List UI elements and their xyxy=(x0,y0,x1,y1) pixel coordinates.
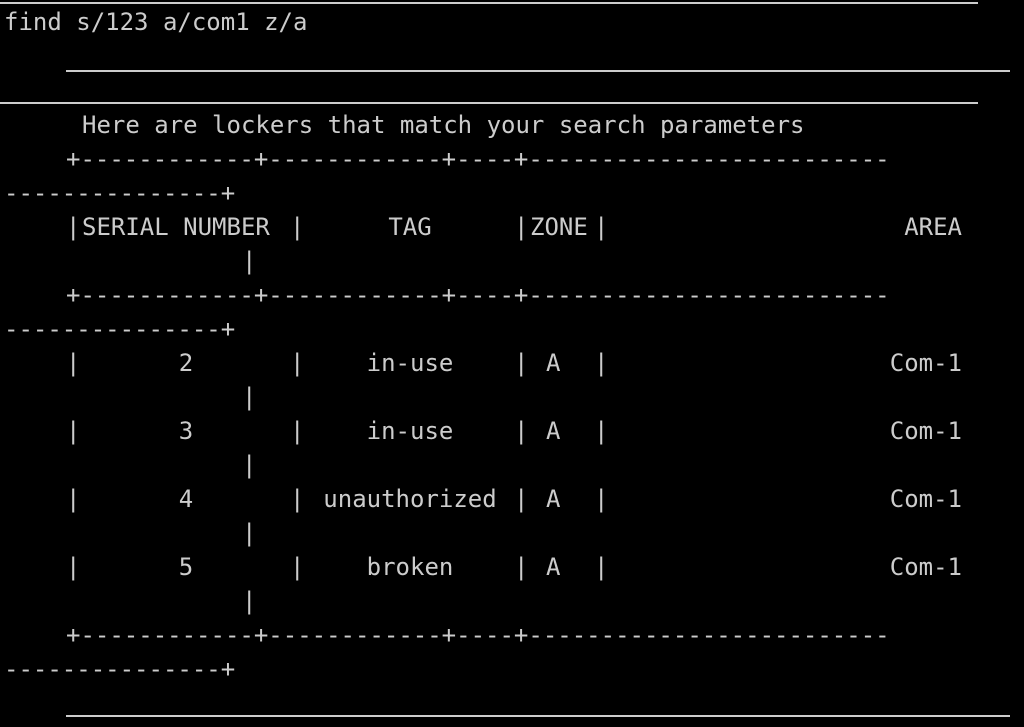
cell-zone: A xyxy=(546,349,561,377)
cell-serial: 3 xyxy=(178,417,194,445)
cell-serial: 2 xyxy=(178,349,194,377)
cell-zone: A xyxy=(546,485,561,513)
command-line: find s/123 a/com1 z/a xyxy=(4,8,308,36)
pipe: | xyxy=(290,213,305,241)
cell-area: Com-1 xyxy=(889,417,962,445)
pipe: | xyxy=(594,553,609,581)
cell-tag: broken xyxy=(366,553,454,581)
pipe: | xyxy=(594,213,609,241)
cell-serial: 4 xyxy=(178,485,194,513)
pipe: | xyxy=(242,451,257,479)
cell-zone: A xyxy=(546,417,561,445)
terminal-window: find s/123 a/com1 z/a Here are lockers t… xyxy=(0,0,1024,727)
table-border-bottom-wrap: ---------------+ xyxy=(4,655,236,683)
header-zone: ZONE xyxy=(530,213,588,241)
pipe: | xyxy=(66,485,81,513)
pipe: | xyxy=(290,485,305,513)
pipe: | xyxy=(242,383,257,411)
output-divider xyxy=(0,102,978,104)
pipe: | xyxy=(242,519,257,547)
pipe: | xyxy=(290,349,305,377)
pipe: | xyxy=(514,553,529,581)
pipe: | xyxy=(594,417,609,445)
pipe: | xyxy=(290,417,305,445)
pipe: | xyxy=(66,417,81,445)
cell-serial: 5 xyxy=(178,553,194,581)
pipe: | xyxy=(514,485,529,513)
pipe: | xyxy=(594,349,609,377)
bottom-divider xyxy=(66,715,1010,717)
table-border-mid-wrap: ---------------+ xyxy=(4,315,236,343)
pipe: | xyxy=(514,417,529,445)
pipe: | xyxy=(66,349,81,377)
cell-tag: unauthorized xyxy=(323,485,497,513)
table-border-top: +------------+------------+----+--------… xyxy=(66,145,890,173)
pipe: | xyxy=(594,485,609,513)
pipe: | xyxy=(242,247,257,275)
table-border-top-wrap: ---------------+ xyxy=(4,179,236,207)
header-serial-number: SERIAL NUMBER xyxy=(82,213,270,241)
cell-area: Com-1 xyxy=(889,553,962,581)
cell-area: Com-1 xyxy=(889,349,962,377)
input-divider xyxy=(66,70,1010,72)
cell-tag: in-use xyxy=(366,349,454,377)
cell-tag: in-use xyxy=(366,417,454,445)
pipe: | xyxy=(66,553,81,581)
table-border-bottom: +------------+------------+----+--------… xyxy=(66,621,890,649)
pipe: | xyxy=(66,213,81,241)
pipe: | xyxy=(514,349,529,377)
pipe: | xyxy=(290,553,305,581)
table-border-mid: +------------+------------+----+--------… xyxy=(66,281,890,309)
cell-zone: A xyxy=(546,553,561,581)
result-heading: Here are lockers that match your search … xyxy=(82,111,805,139)
header-tag: TAG xyxy=(388,213,432,241)
pipe: | xyxy=(514,213,529,241)
cell-area: Com-1 xyxy=(889,485,962,513)
pipe: | xyxy=(242,587,257,615)
top-divider xyxy=(0,2,978,4)
header-area: AREA xyxy=(904,213,962,241)
